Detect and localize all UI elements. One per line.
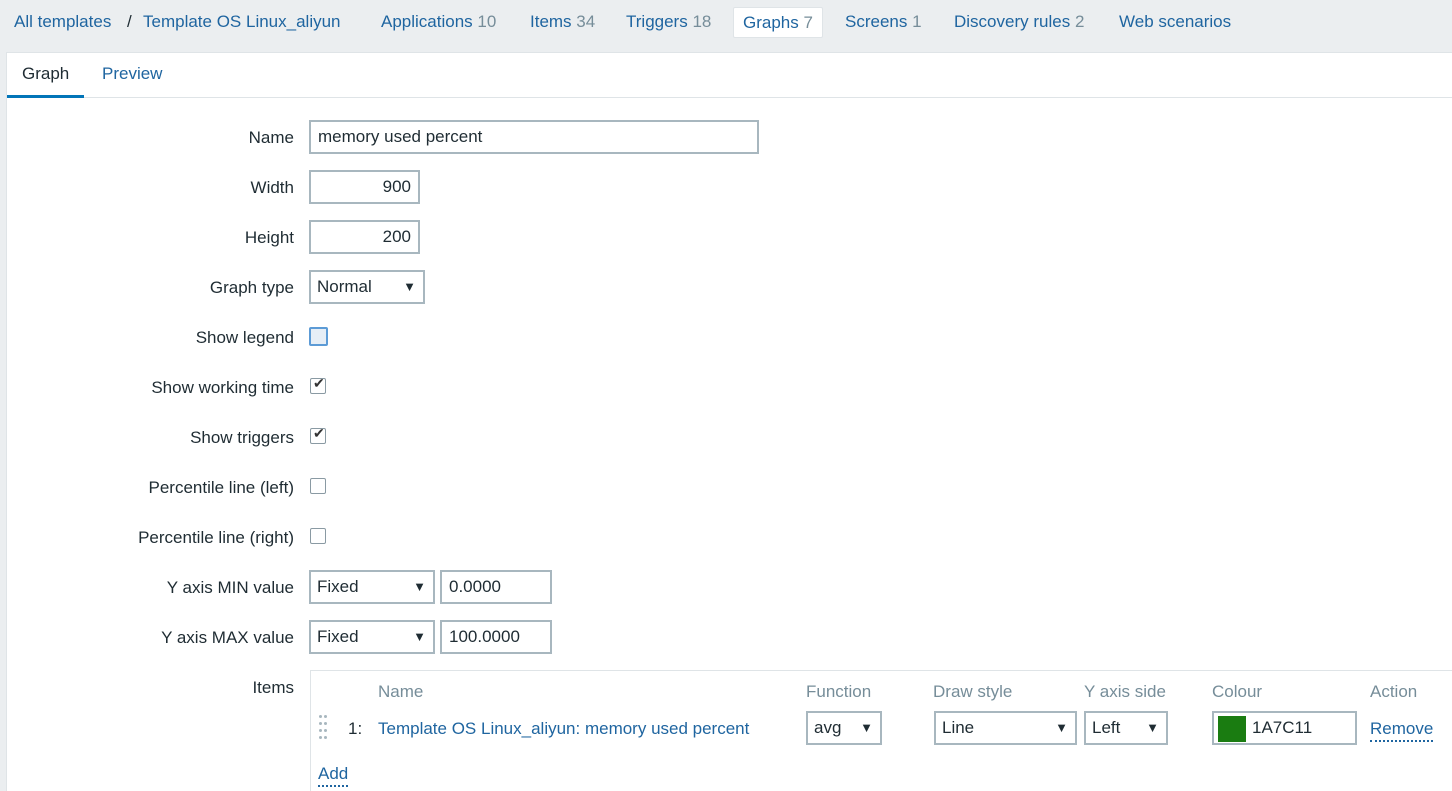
percentile-left-label: Percentile line (left) bbox=[148, 478, 294, 497]
nav-graphs[interactable]: Graphs 7 bbox=[733, 7, 823, 38]
breadcrumb-all-templates[interactable]: All templates bbox=[14, 11, 111, 33]
column-header-y-axis-side: Y axis side bbox=[1084, 682, 1166, 701]
height-input[interactable]: 200 bbox=[309, 220, 420, 254]
nav-discovery-rules[interactable]: Discovery rules 2 bbox=[954, 11, 1084, 33]
draw-style-select[interactable]: Line ▼ bbox=[934, 711, 1077, 745]
nav-web-scenarios[interactable]: Web scenarios bbox=[1119, 11, 1231, 33]
function-select[interactable]: avg ▼ bbox=[806, 711, 882, 745]
show-legend-label: Show legend bbox=[195, 328, 294, 347]
nav-count: 2 bbox=[1074, 12, 1085, 31]
graph-type-select[interactable]: Normal ▼ bbox=[309, 270, 425, 304]
ymin-value-input[interactable]: 0.0000 bbox=[440, 570, 552, 604]
height-label: Height bbox=[244, 228, 294, 247]
items-label: Items bbox=[252, 678, 294, 697]
ymax-type-select[interactable]: Fixed ▼ bbox=[309, 620, 435, 654]
tab-preview[interactable]: Preview bbox=[102, 53, 162, 95]
nav-count: 7 bbox=[803, 13, 813, 32]
nav-items[interactable]: Items 34 bbox=[530, 11, 595, 33]
nav-count: 34 bbox=[576, 12, 596, 31]
column-header-name: Name bbox=[378, 682, 424, 701]
width-label: Width bbox=[250, 178, 294, 197]
row-index: 1: bbox=[348, 719, 363, 738]
check-icon: ✔ bbox=[313, 425, 325, 441]
draw-style-value: Line bbox=[942, 718, 975, 737]
tab-graph[interactable]: Graph bbox=[7, 53, 85, 98]
graph-type-label: Graph type bbox=[209, 278, 294, 297]
nav-label: Items bbox=[530, 12, 572, 31]
y-axis-side-value: Left bbox=[1092, 718, 1121, 737]
colour-input[interactable]: 1A7C11 bbox=[1212, 711, 1357, 745]
drag-handle-icon[interactable] bbox=[319, 715, 329, 745]
breadcrumb-template-name[interactable]: Template OS Linux_aliyun bbox=[143, 11, 341, 33]
name-input[interactable]: memory used percent bbox=[309, 120, 759, 154]
show-legend-checkbox[interactable] bbox=[309, 327, 328, 346]
ymax-label: Y axis MAX value bbox=[161, 628, 294, 647]
nav-label: Screens bbox=[845, 12, 908, 31]
percentile-left-checkbox[interactable] bbox=[310, 478, 326, 494]
show-working-time-label: Show working time bbox=[151, 378, 294, 397]
colour-swatch[interactable] bbox=[1218, 716, 1246, 742]
show-triggers-label: Show triggers bbox=[190, 428, 294, 447]
ymin-label: Y axis MIN value bbox=[166, 578, 294, 597]
colour-value: 1A7C11 bbox=[1252, 718, 1313, 737]
show-triggers-checkbox[interactable]: ✔ bbox=[310, 425, 326, 444]
chevron-down-icon: ▼ bbox=[413, 579, 426, 594]
nav-triggers[interactable]: Triggers 18 bbox=[626, 11, 711, 33]
width-input[interactable]: 900 bbox=[309, 170, 420, 204]
chevron-down-icon: ▼ bbox=[1055, 720, 1068, 735]
column-header-function: Function bbox=[806, 682, 872, 701]
name-label: Name bbox=[248, 128, 294, 147]
ymin-type-select[interactable]: Fixed ▼ bbox=[309, 570, 435, 604]
function-value: avg bbox=[814, 718, 842, 737]
check-icon: ✔ bbox=[313, 375, 325, 391]
show-working-time-checkbox[interactable]: ✔ bbox=[310, 375, 326, 394]
remove-item-link[interactable]: Remove bbox=[1370, 718, 1434, 742]
breadcrumb-separator: / bbox=[127, 12, 132, 31]
column-header-draw-style: Draw style bbox=[933, 682, 1013, 701]
ymax-value-input[interactable]: 100.0000 bbox=[440, 620, 552, 654]
nav-count: 10 bbox=[477, 12, 497, 31]
percentile-right-checkbox[interactable] bbox=[310, 528, 326, 544]
column-header-action: Action bbox=[1370, 682, 1418, 701]
nav-applications[interactable]: Applications 10 bbox=[381, 11, 496, 33]
add-item-link[interactable]: Add bbox=[318, 763, 349, 787]
y-axis-side-select[interactable]: Left ▼ bbox=[1084, 711, 1168, 745]
items-table: Name Function Draw style Y axis side Col… bbox=[310, 670, 1452, 791]
chevron-down-icon: ▼ bbox=[1146, 720, 1159, 735]
nav-label: Discovery rules bbox=[954, 12, 1071, 31]
nav-label: Triggers bbox=[626, 12, 688, 31]
chevron-down-icon: ▼ bbox=[413, 629, 426, 644]
nav-label: Web scenarios bbox=[1119, 12, 1232, 31]
chevron-down-icon: ▼ bbox=[403, 279, 416, 294]
ymin-type-value: Fixed bbox=[317, 577, 359, 596]
nav-label: Graphs bbox=[743, 13, 799, 32]
percentile-right-label: Percentile line (right) bbox=[138, 528, 294, 547]
graph-type-value: Normal bbox=[317, 277, 372, 296]
item-name-link[interactable]: Template OS Linux_aliyun: memory used pe… bbox=[378, 718, 749, 740]
nav-count: 18 bbox=[692, 12, 712, 31]
ymax-type-value: Fixed bbox=[317, 627, 359, 646]
chevron-down-icon: ▼ bbox=[860, 720, 873, 735]
column-header-colour: Colour bbox=[1212, 682, 1263, 701]
nav-count: 1 bbox=[912, 12, 922, 31]
nav-screens[interactable]: Screens 1 bbox=[845, 11, 922, 33]
template-navigation: All templates / Template OS Linux_aliyun… bbox=[0, 0, 1452, 44]
form-tabs: Graph Preview bbox=[7, 53, 1452, 98]
nav-label: Applications bbox=[381, 12, 473, 31]
